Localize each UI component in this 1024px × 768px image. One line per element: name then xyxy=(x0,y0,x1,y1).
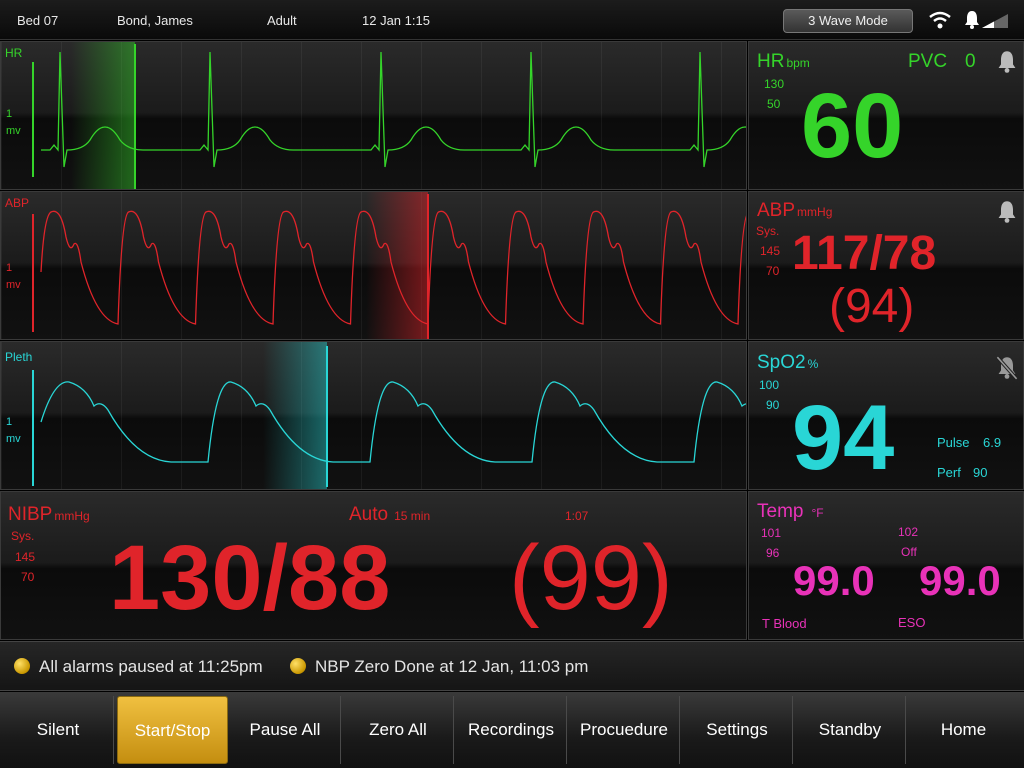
pause-all-button[interactable]: Pause All xyxy=(230,696,341,764)
abp-sys-label: Sys. xyxy=(756,224,780,238)
hr-upper-limit: 130 xyxy=(764,77,785,91)
patient-name: Bond, James xyxy=(117,13,193,28)
alarm-indicator-icon xyxy=(290,658,306,674)
spo2-alarm-muted-bell-icon[interactable] xyxy=(996,356,1018,380)
bottom-button-bar: Silent Start/Stop Pause All Zero All Rec… xyxy=(0,692,1024,768)
pleth-waveform xyxy=(40,342,746,489)
bed-label: Bed 07 xyxy=(17,13,59,28)
alarm-indicator-icon xyxy=(14,658,30,674)
abp-lower-limit: 70 xyxy=(766,264,780,278)
abp-numeric-panel[interactable]: ABP mmHg Sys. 145 70 117/78 (94) xyxy=(748,191,1024,340)
perf-value: 90 xyxy=(973,465,988,480)
abp-waveform xyxy=(40,192,746,339)
temp1-site: T Blood xyxy=(762,616,807,631)
abp-alarm-bell-icon[interactable] xyxy=(996,200,1018,224)
hr-scale-value: 1 xyxy=(6,108,13,120)
alarm-message-bar: All alarms paused at 11:25pm NBP Zero Do… xyxy=(0,641,1024,691)
hr-value: 60 xyxy=(801,75,904,177)
spo2-numeric-panel[interactable]: SpO2% 100 90 94 Pulse 6.9 Perf 90 xyxy=(748,341,1024,490)
spo2-title: SpO2% xyxy=(757,352,819,373)
bell-icon[interactable] xyxy=(963,10,981,30)
nibp-panel[interactable]: NIBP mmHg Auto 15 min 1:07 Sys. 145 70 130… xyxy=(0,491,747,640)
nibp-mode: Auto 15 min xyxy=(349,504,431,525)
temp2-site: ESO xyxy=(898,615,926,630)
standby-button[interactable]: Standby xyxy=(795,696,906,764)
temp2-upper-limit: 102 xyxy=(898,525,919,539)
spo2-value: 94 xyxy=(792,387,895,489)
recordings-button[interactable]: Recordings xyxy=(456,696,567,764)
hr-numeric-panel[interactable]: HR bpm PVC 0 130 50 60 xyxy=(748,41,1024,190)
pvc-value: 0 xyxy=(965,51,976,72)
nibp-sys-label: Sys. xyxy=(11,529,35,543)
temp2-lower-limit: Off xyxy=(901,545,917,559)
pulse-label: Pulse xyxy=(937,435,970,450)
temp2-value: 99.0 xyxy=(919,557,1001,604)
abp-scale-value: 1 xyxy=(6,262,13,274)
perf-label: Perf xyxy=(937,465,961,480)
nibp-upper-limit: 145 xyxy=(15,550,36,564)
settings-button[interactable]: Settings xyxy=(682,696,793,764)
abp-wave-label: ABP xyxy=(5,196,30,210)
date-time: 12 Jan 1:15 xyxy=(362,13,430,28)
alarm-message: All alarms paused at 11:25pm xyxy=(39,657,263,676)
pleth-scale-bar xyxy=(32,370,34,486)
nibp-timer: 1:07 xyxy=(565,509,589,523)
temp-panel[interactable]: Temp °F 101 96 102 Off 99.0 99.0 T Blood … xyxy=(748,491,1024,640)
temp1-upper-limit: 101 xyxy=(761,526,782,540)
pulse-value: 6.9 xyxy=(983,435,1002,450)
spo2-upper-limit: 100 xyxy=(759,378,780,392)
abp-scale-bar xyxy=(32,214,34,332)
pleth-scale-unit: mv xyxy=(6,433,21,445)
hr-title: HR bpm xyxy=(757,51,810,72)
pleth-scale-value: 1 xyxy=(6,416,13,428)
signal-strength-icon xyxy=(982,14,1008,28)
patient-category: Adult xyxy=(267,13,297,28)
hr-scale-bar xyxy=(32,62,34,177)
abp-waveform-panel: ABP 1 mv xyxy=(0,191,747,340)
hr-waveform-panel: HR 1 mv xyxy=(0,41,747,190)
abp-scale-unit: mv xyxy=(6,279,21,291)
abp-title: ABP mmHg xyxy=(757,200,833,221)
abp-value: 117/78 xyxy=(792,227,937,280)
temp1-value: 99.0 xyxy=(793,557,875,604)
home-button[interactable]: Home xyxy=(908,696,1019,764)
top-status-bar: Bed 07 Bond, James Adult 12 Jan 1:15 3 W… xyxy=(0,0,1024,40)
abp-mean-value: (94) xyxy=(829,280,915,333)
pleth-waveform-panel: Pleth 1 mv xyxy=(0,341,747,490)
hr-waveform xyxy=(41,42,746,189)
spo2-lower-limit: 90 xyxy=(766,398,780,412)
nibp-mean-value: (99) xyxy=(509,527,673,629)
procedure-button[interactable]: Procuedure xyxy=(569,696,680,764)
abp-upper-limit: 145 xyxy=(760,244,781,258)
hr-scale-unit: mv xyxy=(6,125,21,137)
temp-title: Temp °F xyxy=(757,501,824,522)
hr-wave-label: HR xyxy=(5,46,23,60)
hr-lower-limit: 50 xyxy=(767,97,781,111)
nibp-lower-limit: 70 xyxy=(21,570,35,584)
hr-alarm-bell-icon[interactable] xyxy=(996,50,1018,74)
nibp-title: NIBP mmHg xyxy=(8,504,90,525)
start-stop-button[interactable]: Start/Stop xyxy=(117,696,228,764)
wifi-icon xyxy=(929,11,951,29)
pvc-label: PVC xyxy=(908,51,948,72)
pleth-wave-label: Pleth xyxy=(5,350,33,364)
temp1-lower-limit: 96 xyxy=(766,546,780,560)
zero-all-button[interactable]: Zero All xyxy=(343,696,454,764)
nibp-value: 130/88 xyxy=(109,527,391,629)
alarm-message: NBP Zero Done at 12 Jan, 11:03 pm xyxy=(315,657,589,676)
wave-mode-button[interactable]: 3 Wave Mode xyxy=(783,9,913,33)
silent-button[interactable]: Silent xyxy=(3,696,114,764)
